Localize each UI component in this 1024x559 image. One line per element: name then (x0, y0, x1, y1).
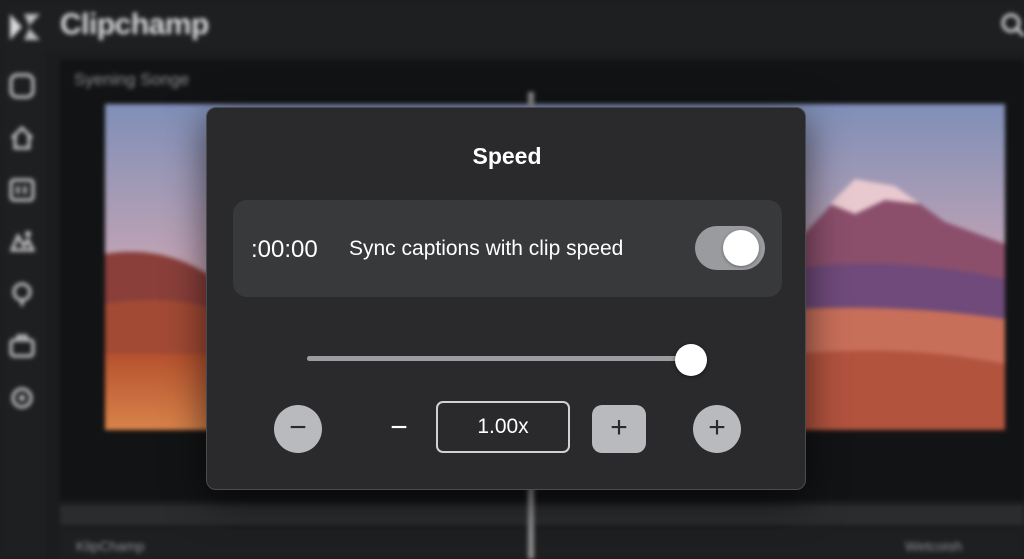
timecode: :00:00 (251, 236, 318, 263)
graphics-icon[interactable] (8, 228, 36, 256)
home-icon[interactable] (8, 124, 36, 152)
media-icon[interactable] (8, 72, 36, 100)
bottom-right-label: Wetcoish (905, 538, 963, 554)
speed-slider-thumb[interactable] (675, 344, 708, 376)
speed-slider-fill (307, 356, 692, 361)
sync-captions-label: Sync captions with clip speed (349, 237, 624, 260)
sync-captions-row: :00:00 Sync captions with clip speed (233, 200, 782, 297)
top-bar: Clipchamp (0, 0, 1024, 52)
dialog-title: Speed (472, 143, 542, 169)
toggle-knob (723, 230, 759, 266)
increase-step-button[interactable]: + (592, 405, 646, 453)
speed-slider-track[interactable] (307, 356, 695, 361)
search-icon[interactable] (1000, 12, 1024, 38)
clipchamp-logo-icon (10, 14, 40, 40)
transitions-icon[interactable] (8, 280, 36, 308)
decrease-step-button[interactable]: − (383, 408, 415, 448)
sidebar (0, 52, 46, 559)
decrease-button[interactable]: − (274, 405, 322, 453)
bottom-bar (60, 528, 1024, 559)
brand-kit-icon[interactable] (8, 332, 36, 360)
speed-value-field[interactable]: 1.00x (436, 401, 570, 453)
speed-dialog: Speed :00:00 Sync captions with clip spe… (206, 107, 806, 490)
bottom-left-label: KlipChamp (76, 538, 145, 554)
text-icon[interactable] (8, 176, 36, 204)
sync-captions-toggle[interactable] (695, 226, 765, 270)
app-title: Clipchamp (60, 8, 209, 41)
increase-button[interactable]: + (693, 405, 741, 453)
timeline-strip[interactable] (60, 505, 1024, 525)
project-name: Syening Songe (74, 70, 190, 89)
settings-icon[interactable] (8, 384, 36, 412)
